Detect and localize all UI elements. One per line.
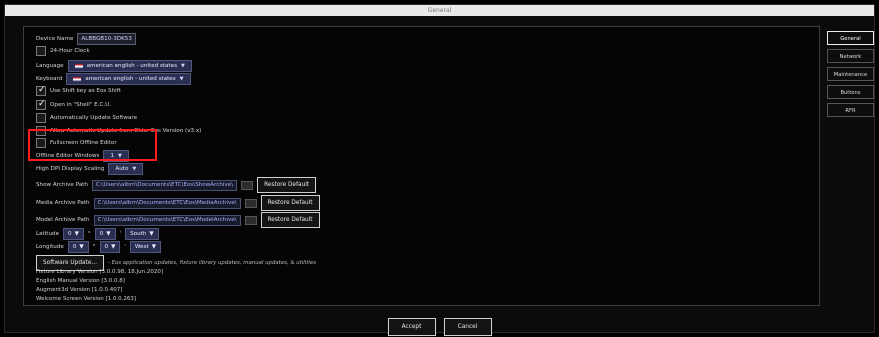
version-line: Augment3d Version [1.0.0.407] <box>36 287 123 293</box>
version-line: Welcome Screen Version [1.0.0.263] <box>36 296 137 302</box>
settings-window: General Device Name ALBBGB10-3DK53 24-Ho… <box>4 4 875 336</box>
accept-button[interactable]: Accept <box>387 318 436 336</box>
longitude-direction-dropdown[interactable]: West ▼ <box>129 241 161 253</box>
model-archive-path-field[interactable]: C:\Users\albrn\Documents\ETC\Eos\ModelAr… <box>93 214 241 226</box>
media-archive-row: Media Archive Path C:\Users\albrn\Docume… <box>36 195 320 211</box>
latitude-minutes-dropdown[interactable]: 0 ▼ <box>94 228 116 240</box>
longitude-row: Longitude 0 ▼ ° 0 ▼ ' West ▼ <box>36 241 161 253</box>
device-name-label: Device Name <box>36 36 74 42</box>
keyboard-row: Keyboard american english - united state… <box>36 73 191 85</box>
language-label: Language <box>36 63 64 69</box>
hidpi-row: High DPI Display Scaling Auto ▼ <box>36 163 144 175</box>
keyboard-label: Keyboard <box>36 76 63 82</box>
auto-update-row: Automatically Update Software <box>36 113 137 123</box>
latitude-direction-dropdown[interactable]: South ▼ <box>125 228 159 240</box>
media-archive-restore-button[interactable]: Restore Default <box>260 195 320 211</box>
latitude-label: Latitude <box>36 231 60 237</box>
open-shell-row: Open in "Shell" E.C.U. <box>36 99 112 110</box>
open-shell-label: Open in "Shell" E.C.U. <box>50 102 112 108</box>
shift-key-row: Use Shift key as Eos Shift <box>36 85 121 96</box>
chevron-down-icon: ▼ <box>111 244 116 250</box>
clock-24h-checkbox[interactable] <box>36 46 46 56</box>
chevron-down-icon: ▼ <box>132 166 137 172</box>
language-row: Language american english - united state… <box>36 60 192 72</box>
device-name-input[interactable]: ALBBGB10-3DK53 <box>77 33 136 45</box>
latitude-degrees-dropdown[interactable]: 0 ▼ <box>63 228 84 240</box>
us-flag-icon <box>73 76 82 82</box>
media-archive-path-field[interactable]: C:\Users\albrn\Documents\ETC\Eos\MediaAr… <box>93 197 241 209</box>
us-flag-icon <box>74 63 83 69</box>
hidpi-label: High DPI Display Scaling <box>36 166 105 172</box>
keyboard-value: american english - united states <box>85 76 176 82</box>
window-title: General <box>5 5 874 16</box>
chevron-down-icon: ▼ <box>180 63 185 69</box>
longitude-minutes-dropdown[interactable]: 0 ▼ <box>99 241 121 253</box>
auto-update-checkbox[interactable] <box>36 113 46 123</box>
sidebar-item-general[interactable]: General <box>827 31 874 45</box>
chevron-down-icon: ▼ <box>151 244 156 250</box>
model-archive-label: Model Archive Path <box>36 217 90 223</box>
model-archive-restore-button[interactable]: Restore Default <box>260 212 320 228</box>
cancel-button[interactable]: Cancel <box>443 318 492 336</box>
longitude-degrees-dropdown[interactable]: 0 ▼ <box>67 241 89 253</box>
hidpi-dropdown[interactable]: Auto ▼ <box>108 163 144 175</box>
chevron-down-icon: ▼ <box>106 231 111 237</box>
show-archive-label: Show Archive Path <box>36 182 88 188</box>
chevron-down-icon: ▼ <box>179 76 184 82</box>
software-update-note: - Eos application updates, fixture libra… <box>107 260 317 266</box>
folder-icon[interactable] <box>241 180 254 190</box>
sidebar-item-buttons[interactable]: Buttons <box>827 85 874 99</box>
version-line: Fixture Library Version [3.0.0.98, 18.Ju… <box>36 269 164 275</box>
longitude-minutes-value: 0 <box>104 244 109 250</box>
open-shell-checkbox[interactable] <box>36 99 46 110</box>
dialog-footer: Accept Cancel <box>5 318 874 336</box>
longitude-direction-value: West <box>134 244 149 250</box>
auto-update-label: Automatically Update Software <box>50 115 138 121</box>
chevron-down-icon: ▼ <box>79 244 84 250</box>
device-name-row: Device Name ALBBGB10-3DK53 <box>36 33 136 45</box>
version-line: English Manual Version [3.0.0.8] <box>36 278 125 284</box>
sidebar-item-network[interactable]: Network <box>827 49 874 63</box>
minute-symbol: ' <box>119 231 122 237</box>
keyboard-dropdown[interactable]: american english - united states ▼ <box>66 73 191 85</box>
longitude-label: Longitude <box>36 244 64 250</box>
folder-icon[interactable] <box>244 198 257 208</box>
chevron-down-icon: ▼ <box>149 231 154 237</box>
settings-sidebar: General Network Maintenance Buttons RFR <box>827 31 874 121</box>
model-archive-row: Model Archive Path C:\Users\albrn\Docume… <box>36 212 320 228</box>
chevron-down-icon: ▼ <box>74 231 79 237</box>
sidebar-item-maintenance[interactable]: Maintenance <box>827 67 874 81</box>
minute-symbol: ' <box>124 244 126 250</box>
longitude-degrees-value: 0 <box>72 244 77 250</box>
latitude-degrees-value: 0 <box>68 231 72 237</box>
clock-24h-row: 24-Hour Clock <box>36 46 90 56</box>
shift-key-checkbox[interactable] <box>36 85 46 96</box>
sidebar-item-rfr[interactable]: RFR <box>827 103 874 117</box>
degree-symbol: ° <box>92 244 96 250</box>
show-archive-restore-button[interactable]: Restore Default <box>257 177 317 193</box>
versions-list: Fixture Library Version [3.0.0.98, 18.Ju… <box>36 268 163 304</box>
latitude-direction-value: South <box>130 231 147 237</box>
show-archive-row: Show Archive Path C:\Users\albrn\Documen… <box>36 177 317 193</box>
media-archive-label: Media Archive Path <box>36 200 90 206</box>
show-archive-path-field[interactable]: C:\Users\albrn\Documents\ETC\Eos\ShowArc… <box>91 179 238 191</box>
hidpi-value: Auto <box>115 166 129 172</box>
folder-icon[interactable] <box>244 215 257 225</box>
shift-key-label: Use Shift key as Eos Shift <box>50 88 121 94</box>
clock-24h-label: 24-Hour Clock <box>50 48 90 54</box>
language-value: american english - united states <box>86 63 177 69</box>
general-settings-panel: Device Name ALBBGB10-3DK53 24-Hour Clock… <box>23 26 820 306</box>
latitude-row: Latitude 0 ▼ ° 0 ▼ ' South ▼ <box>36 228 159 240</box>
latitude-minutes-value: 0 <box>99 231 104 237</box>
language-dropdown[interactable]: american english - united states ▼ <box>67 60 192 72</box>
offline-editor-highlight <box>28 129 157 161</box>
degree-symbol: ° <box>87 231 91 237</box>
